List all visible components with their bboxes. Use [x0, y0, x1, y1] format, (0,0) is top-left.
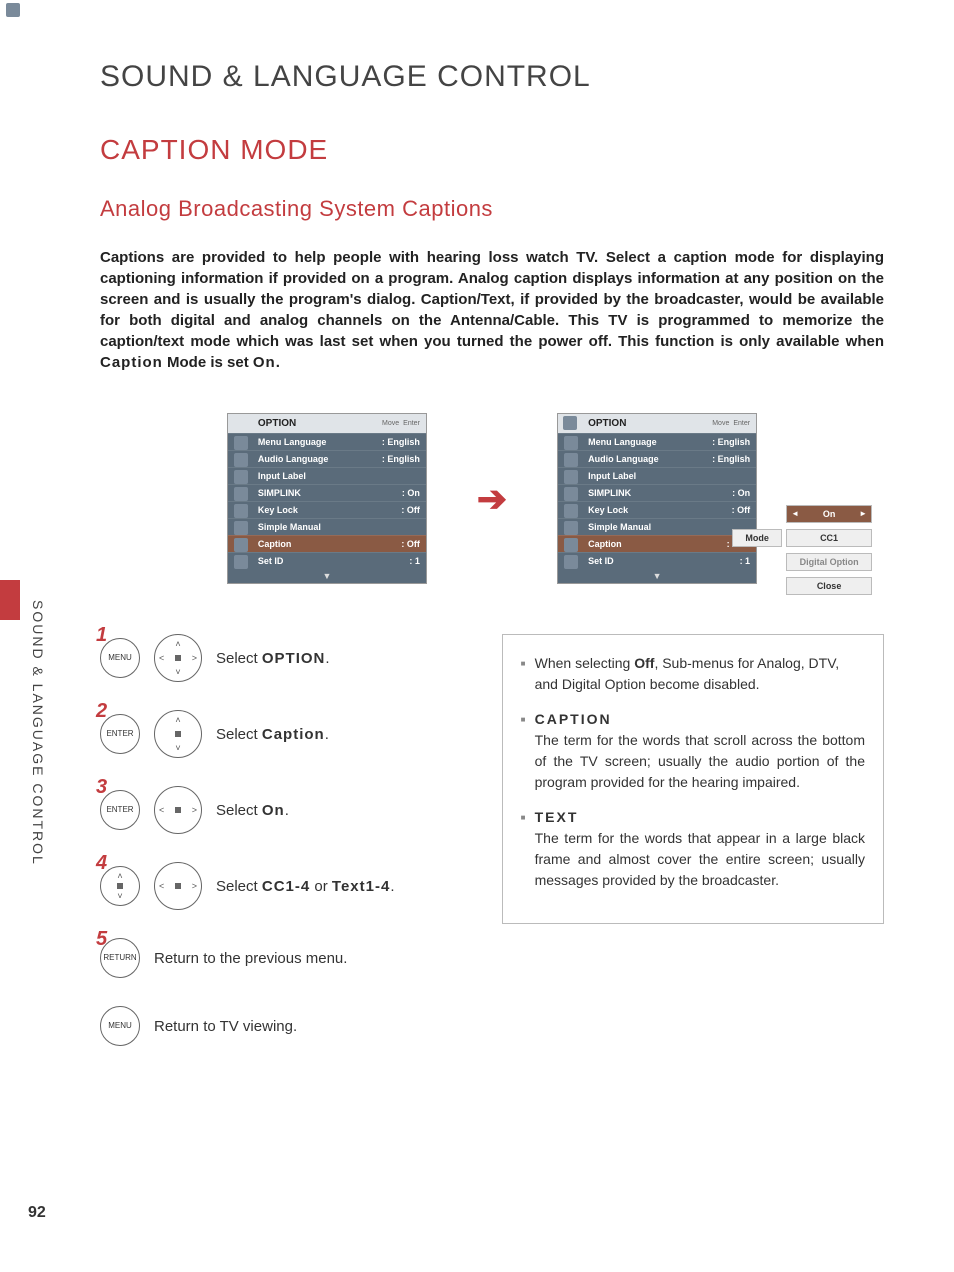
steps-list: 1 MENU ˄˅˂˃ Select OPTION. 2 ENTER ˄˅ Se…	[100, 634, 462, 1074]
submenu-mode-label: Mode	[732, 529, 782, 547]
page-number: 92	[28, 1204, 46, 1222]
submenu-digital-option: Digital Option	[786, 553, 872, 571]
menu-button-icon: MENU	[100, 1006, 140, 1046]
info-desc-caption: The term for the words that scroll acros…	[535, 730, 865, 793]
step-5: 5 RETURN Return to the previous menu.	[100, 938, 462, 978]
info-box: When selecting Off, Sub-menus for Analog…	[502, 634, 884, 924]
dpad-leftright-icon: ˂˃	[154, 786, 202, 834]
submenu-on-row: ◄ On ►	[786, 505, 872, 523]
side-chapter-label: SOUND & LANGUAGE CONTROL	[30, 600, 46, 866]
dpad-leftright-icon: ˂˃	[154, 862, 202, 910]
triangle-left-icon: ◄	[791, 509, 799, 518]
osd-menu-after: OPTION Move Enter Menu Language: English…	[557, 413, 757, 584]
info-term-text: TEXT	[535, 809, 579, 825]
osd-illustration-row: OPTION Move Enter Menu Language: English…	[100, 413, 884, 584]
osd-header-icon	[563, 416, 577, 430]
page-title: SOUND & LANGUAGE CONTROL	[100, 60, 884, 94]
osd-hint-move: Move	[382, 420, 399, 427]
osd-title: OPTION	[258, 418, 378, 429]
step-2: 2 ENTER ˄˅ Select Caption.	[100, 710, 462, 758]
dpad-full-icon: ˄˅˂˃	[154, 634, 202, 682]
dpad-updown-icon: ˄˅	[154, 710, 202, 758]
section-title: CAPTION MODE	[100, 134, 884, 166]
step-menu-exit: MENU Return to TV viewing.	[100, 1006, 462, 1046]
info-desc-text: The term for the words that appear in a …	[535, 828, 865, 891]
step-4: 4 ˄˅ ˂˃ Select CC1-4 or Text1-4.	[100, 862, 462, 910]
step-3: 3 ENTER ˂˃ Select On.	[100, 786, 462, 834]
intro-paragraph: Captions are provided to help people wit…	[100, 247, 884, 373]
osd-scroll-down-icon: ▼	[228, 569, 426, 583]
submenu-close: Close	[786, 577, 872, 595]
osd-hint-enter: Enter	[403, 420, 420, 427]
osd-row-caption-highlighted: Caption: Off	[228, 535, 426, 552]
triangle-right-icon: ►	[859, 509, 867, 518]
osd-menu-before: OPTION Move Enter Menu Language: English…	[227, 413, 427, 584]
osd-submenu-popup: ◄ On ► Mode CC1 Digital Option Close	[732, 505, 872, 601]
submenu-mode-value: CC1	[786, 529, 872, 547]
step-1: 1 MENU ˄˅˂˃ Select OPTION.	[100, 634, 462, 682]
osd-row-caption-highlighted: Caption: CC1	[558, 535, 756, 552]
info-term-caption: CAPTION	[535, 711, 612, 727]
sub-section-title: Analog Broadcasting System Captions	[100, 196, 884, 222]
side-accent-tab	[0, 580, 20, 620]
osd-header-icon	[6, 3, 20, 17]
arrow-right-icon: ➔	[477, 478, 507, 520]
